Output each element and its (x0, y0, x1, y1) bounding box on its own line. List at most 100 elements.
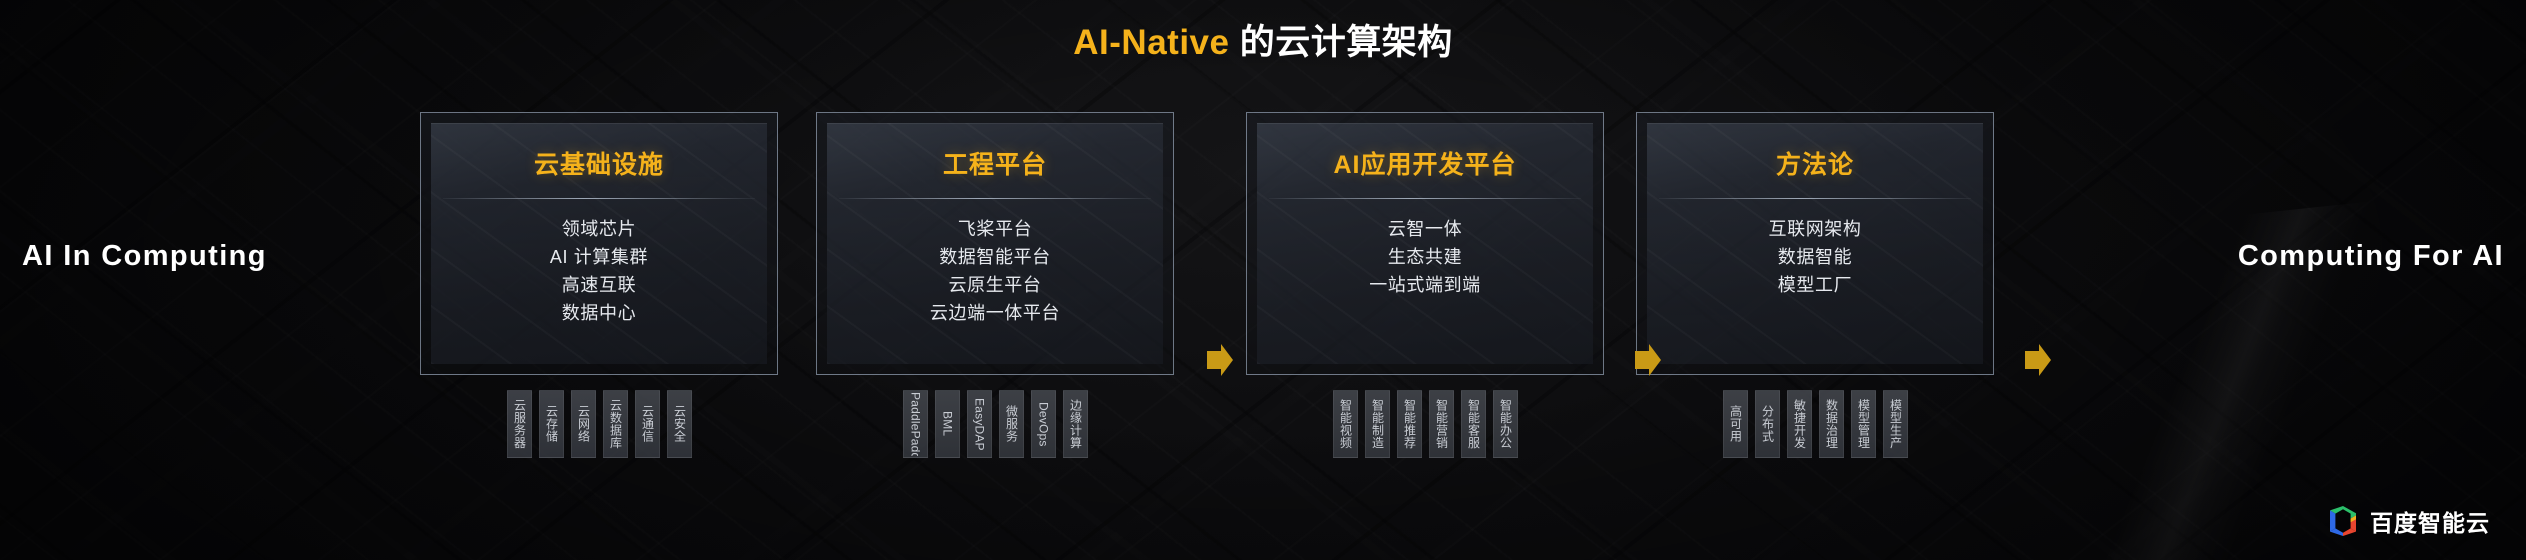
tag-chip[interactable]: 智能推荐 (1396, 390, 1422, 458)
card-item: 高速互联 (561, 275, 637, 295)
card-divider (1659, 198, 1971, 199)
card-item: 模型工厂 (1777, 275, 1853, 295)
card-inner-panel: 方法论 互联网架构 数据智能 模型工厂 (1647, 123, 1983, 364)
tag-chip[interactable]: 敏捷开发 (1786, 390, 1812, 458)
tag-chip[interactable]: 智能营销 (1428, 390, 1454, 458)
tag-chip[interactable]: 云服务器 (506, 390, 532, 458)
card-inner-panel: AI应用开发平台 云智一体 生态共建 一站式端到端 (1257, 123, 1593, 364)
tag-chip[interactable]: PaddlePaddle (902, 390, 928, 458)
tag-chip-label: 数据治理 (1824, 399, 1838, 449)
tag-chip-label: 智能营销 (1434, 399, 1448, 449)
tag-chip[interactable]: BML (934, 390, 960, 458)
tag-chip-label: 云网络 (576, 405, 590, 443)
card-tag-strip: PaddlePaddle BML EasyDAP 微服务 DevOps 边缘计算 (816, 390, 1174, 462)
baidu-cloud-hexagon-icon (2330, 506, 2356, 536)
card-inner-panel: 工程平台 飞桨平台 数据智能平台 云原生平台 云边端一体平台 (827, 123, 1163, 364)
card-item-list: 互联网架构 数据智能 模型工厂 (1647, 215, 1983, 299)
tag-chip-label: BML (940, 411, 954, 437)
tag-chip-label: 智能客服 (1466, 399, 1480, 449)
tag-chip[interactable]: 云数据库 (602, 390, 628, 458)
card-item: 生态共建 (1387, 247, 1463, 267)
card-item-list: 云智一体 生态共建 一站式端到端 (1257, 215, 1593, 299)
card-inner-panel: 云基础设施 领域芯片 AI 计算集群 高速互联 数据中心 (431, 123, 767, 364)
page-title-accent: AI-Native (1073, 23, 1230, 62)
tag-chip-label: 云数据库 (608, 399, 622, 449)
architecture-card-slot: 云基础设施 领域芯片 AI 计算集群 高速互联 数据中心 云服务器 云存储 云网… (420, 112, 778, 462)
tag-chip[interactable]: 云网络 (570, 390, 596, 458)
card-item: 领域芯片 (561, 219, 637, 239)
card-item-list: 飞桨平台 数据智能平台 云原生平台 云边端一体平台 (827, 215, 1163, 327)
tag-chip-label: PaddlePaddle (908, 392, 922, 456)
card-item: 数据中心 (561, 303, 637, 323)
card-item: 云原生平台 (948, 275, 1042, 295)
architecture-card-row: 云基础设施 领域芯片 AI 计算集群 高速互联 数据中心 云服务器 云存储 云网… (420, 112, 2051, 462)
tag-chip-label: 智能办公 (1498, 399, 1512, 449)
tag-chip[interactable]: 云安全 (666, 390, 692, 458)
tag-chip-label: 智能视频 (1338, 399, 1352, 449)
tag-chip[interactable]: 分布式 (1754, 390, 1780, 458)
card-item: 数据智能平台 (939, 247, 1051, 267)
tag-chip-label: 云通信 (640, 405, 654, 443)
tag-chip-label: 分布式 (1760, 405, 1774, 443)
card-item: 云智一体 (1387, 219, 1463, 239)
card-item: 数据智能 (1777, 247, 1853, 267)
page-title-plain: 的云计算架构 (1229, 23, 1453, 62)
card-item-list: 领域芯片 AI 计算集群 高速互联 数据中心 (431, 215, 767, 327)
arrow-right-icon (2023, 342, 2053, 378)
card-divider (839, 198, 1151, 199)
architecture-card-slot: 工程平台 飞桨平台 数据智能平台 云原生平台 云边端一体平台 PaddlePad… (816, 112, 1174, 462)
tag-chip[interactable]: 云存储 (538, 390, 564, 458)
tag-chip-label: 高可用 (1728, 405, 1742, 443)
tag-chip[interactable]: 模型生产 (1882, 390, 1908, 458)
brand-logo-text: 百度智能云 (2370, 510, 2490, 536)
tag-chip[interactable]: 高可用 (1722, 390, 1748, 458)
tag-chip-label: 云安全 (672, 405, 686, 443)
tag-chip-label: 边缘计算 (1068, 399, 1082, 449)
card-tag-strip: 云服务器 云存储 云网络 云数据库 云通信 云安全 (420, 390, 778, 462)
tag-chip-label: 模型管理 (1856, 399, 1870, 449)
tag-chip[interactable]: 边缘计算 (1062, 390, 1088, 458)
card-item: 云边端一体平台 (929, 303, 1061, 323)
tag-chip[interactable]: 智能制造 (1364, 390, 1390, 458)
card-item: 飞桨平台 (957, 219, 1033, 239)
tag-chip-label: 微服务 (1004, 405, 1018, 443)
tag-chip-label: 云存储 (544, 405, 558, 443)
card-title: AI应用开发平台 (1333, 151, 1517, 179)
card-divider (1269, 198, 1581, 199)
card-title: 云基础设施 (533, 151, 664, 179)
brand-logo: 百度智能云 (2328, 504, 2490, 538)
tag-chip-label: 云服务器 (512, 399, 526, 449)
card-tag-strip: 高可用 分布式 敏捷开发 数据治理 模型管理 模型生产 (1636, 390, 1994, 462)
tag-chip[interactable]: DevOps (1030, 390, 1056, 458)
tag-chip-label: 智能推荐 (1402, 399, 1416, 449)
tag-chip-label: 敏捷开发 (1792, 399, 1806, 449)
tag-chip-label: 智能制造 (1370, 399, 1384, 449)
side-label-left: AI In Computing (22, 240, 267, 272)
tag-chip[interactable]: 云通信 (634, 390, 660, 458)
card-title: 方法论 (1775, 151, 1854, 179)
tag-chip[interactable]: 微服务 (998, 390, 1024, 458)
architecture-card-cloud-infrastructure[interactable]: 云基础设施 领域芯片 AI 计算集群 高速互联 数据中心 (420, 112, 778, 375)
arrow-right-icon (1205, 342, 1235, 378)
tag-chip[interactable]: 数据治理 (1818, 390, 1844, 458)
arrow-right-icon (1633, 342, 1663, 378)
card-divider (443, 198, 755, 199)
tag-chip[interactable]: 模型管理 (1850, 390, 1876, 458)
tag-chip-label: DevOps (1036, 401, 1050, 447)
tag-chip-label: EasyDAP (972, 397, 986, 451)
page-title: AI-Native 的云计算架构 (0, 14, 2526, 65)
card-item: 一站式端到端 (1369, 275, 1481, 295)
tag-chip[interactable]: EasyDAP (966, 390, 992, 458)
architecture-card-ai-app-dev-platform[interactable]: AI应用开发平台 云智一体 生态共建 一站式端到端 (1246, 112, 1604, 375)
card-tag-strip: 智能视频 智能制造 智能推荐 智能营销 智能客服 智能办公 (1246, 390, 1604, 462)
tag-chip-label: 模型生产 (1888, 399, 1902, 449)
side-label-right: Computing For AI (2237, 240, 2504, 272)
card-title: 工程平台 (942, 151, 1047, 179)
architecture-card-methodology[interactable]: 方法论 互联网架构 数据智能 模型工厂 (1636, 112, 1994, 375)
architecture-card-slot: 方法论 互联网架构 数据智能 模型工厂 高可用 分布式 敏捷开发 数据治理 模型… (1636, 112, 1994, 462)
architecture-card-engineering-platform[interactable]: 工程平台 飞桨平台 数据智能平台 云原生平台 云边端一体平台 (816, 112, 1174, 375)
tag-chip[interactable]: 智能客服 (1460, 390, 1486, 458)
tag-chip[interactable]: 智能办公 (1492, 390, 1518, 458)
slide-stage: AI-Native 的云计算架构 AI In Computing Computi… (0, 0, 2526, 560)
tag-chip[interactable]: 智能视频 (1332, 390, 1358, 458)
